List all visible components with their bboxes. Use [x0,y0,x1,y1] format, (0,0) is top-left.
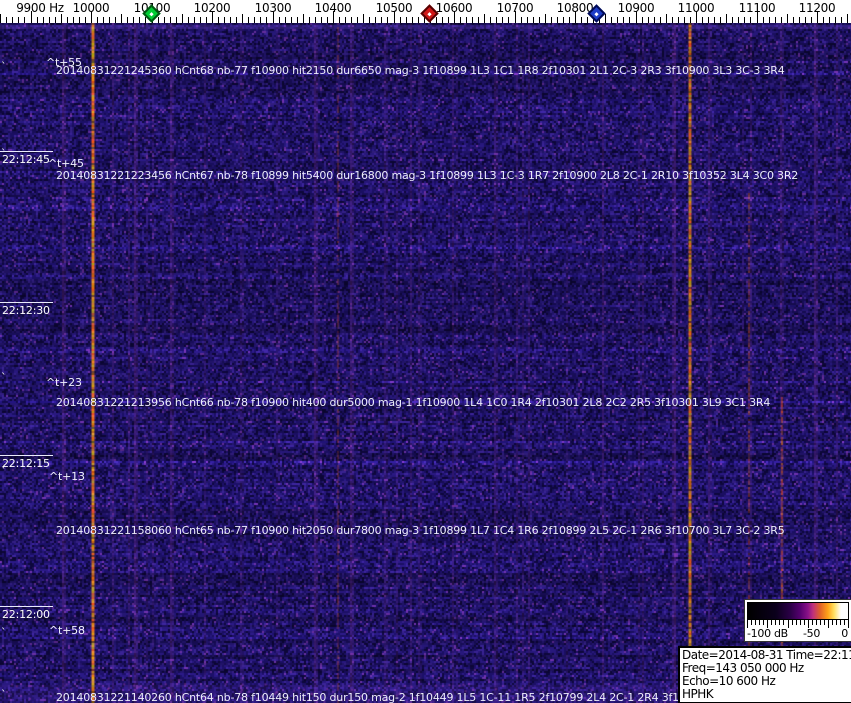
ruler-frequency-label: 10900 [617,1,655,15]
ruler-frequency-label: 9900 Hz [16,1,64,15]
diamond-center-dot [427,11,432,16]
marker-red-diamond-icon[interactable] [420,4,439,23]
colorbar-tick [820,620,821,625]
colorbar-tick [751,620,752,625]
colorbar-tick [755,620,756,625]
marker-blue-diamond-icon[interactable] [587,4,606,23]
colorbar-tick [763,620,764,625]
colorbar-tick [783,620,784,625]
db-colorbar: -100 dB -50 0 [744,599,851,642]
ruler-tick [61,14,62,23]
ruler-tick [121,14,122,23]
ruler-frequency-label: 10200 [193,1,231,15]
info-station-line: HPHK [682,687,714,701]
ruler-frequency-label: 10300 [254,1,292,15]
ruler-frequency-label: 10000 [72,1,110,15]
ruler-frequency-label: 10500 [375,1,413,15]
colorbar-tick [771,620,772,625]
colorbar-tick [779,620,780,625]
colorbar-tick [832,620,833,625]
colorbar-tick [792,620,793,625]
ruler-tick [242,14,243,23]
diamond-shape [587,4,606,23]
ruler-frequency-label: 11100 [738,1,776,15]
diamond-center-dot [149,11,154,16]
ruler-frequency-label: 10600 [435,1,473,15]
colorbar-min-label: -100 dB [747,627,788,640]
colorbar-mid-label: -50 [803,627,821,640]
ruler-tick [847,14,848,23]
frequency-ruler[interactable]: 9900 Hz100001010010200103001040010500106… [0,0,851,23]
spectrogram-window: 9900 Hz100001010010200103001040010500106… [0,0,851,703]
ruler-tick [303,14,304,23]
colorbar-labels: -100 dB -50 0 [747,627,849,640]
colorbar-gradient [747,602,849,620]
colorbar-tick [816,620,817,625]
ruler-tick [726,14,727,23]
spectrogram-display[interactable] [0,23,851,703]
ruler-tick [605,14,606,23]
ruler-tick [363,14,364,23]
ruler-tick [787,14,788,23]
ruler-frequency-label: 11200 [798,1,836,15]
diamond-center-dot [594,11,599,16]
ruler-frequency-label: 10400 [314,1,352,15]
colorbar-tick [804,620,805,625]
ruler-tick [484,14,485,23]
ruler-tick [182,14,183,23]
colorbar-tick [824,620,825,625]
colorbar-tick [812,620,813,625]
ruler-frequency-label: 10700 [496,1,534,15]
colorbar-tick [836,620,837,625]
ruler-tick [545,14,546,23]
colorbar-max-label: 0 [841,627,848,640]
colorbar-tick [775,620,776,625]
colorbar-tick [796,620,797,625]
colorbar-tick [844,620,845,625]
marker-green-diamond-icon[interactable] [142,4,161,23]
ruler-tick [666,14,667,23]
colorbar-tick [759,620,760,625]
colorbar-tick [840,620,841,625]
ruler-frequency-label: 11000 [677,1,715,15]
colorbar-tick [800,620,801,625]
status-info-box: Date=2014-08-31 Time=22:11 UTC Freq=143 … [678,646,851,703]
ruler-tick [0,14,1,23]
